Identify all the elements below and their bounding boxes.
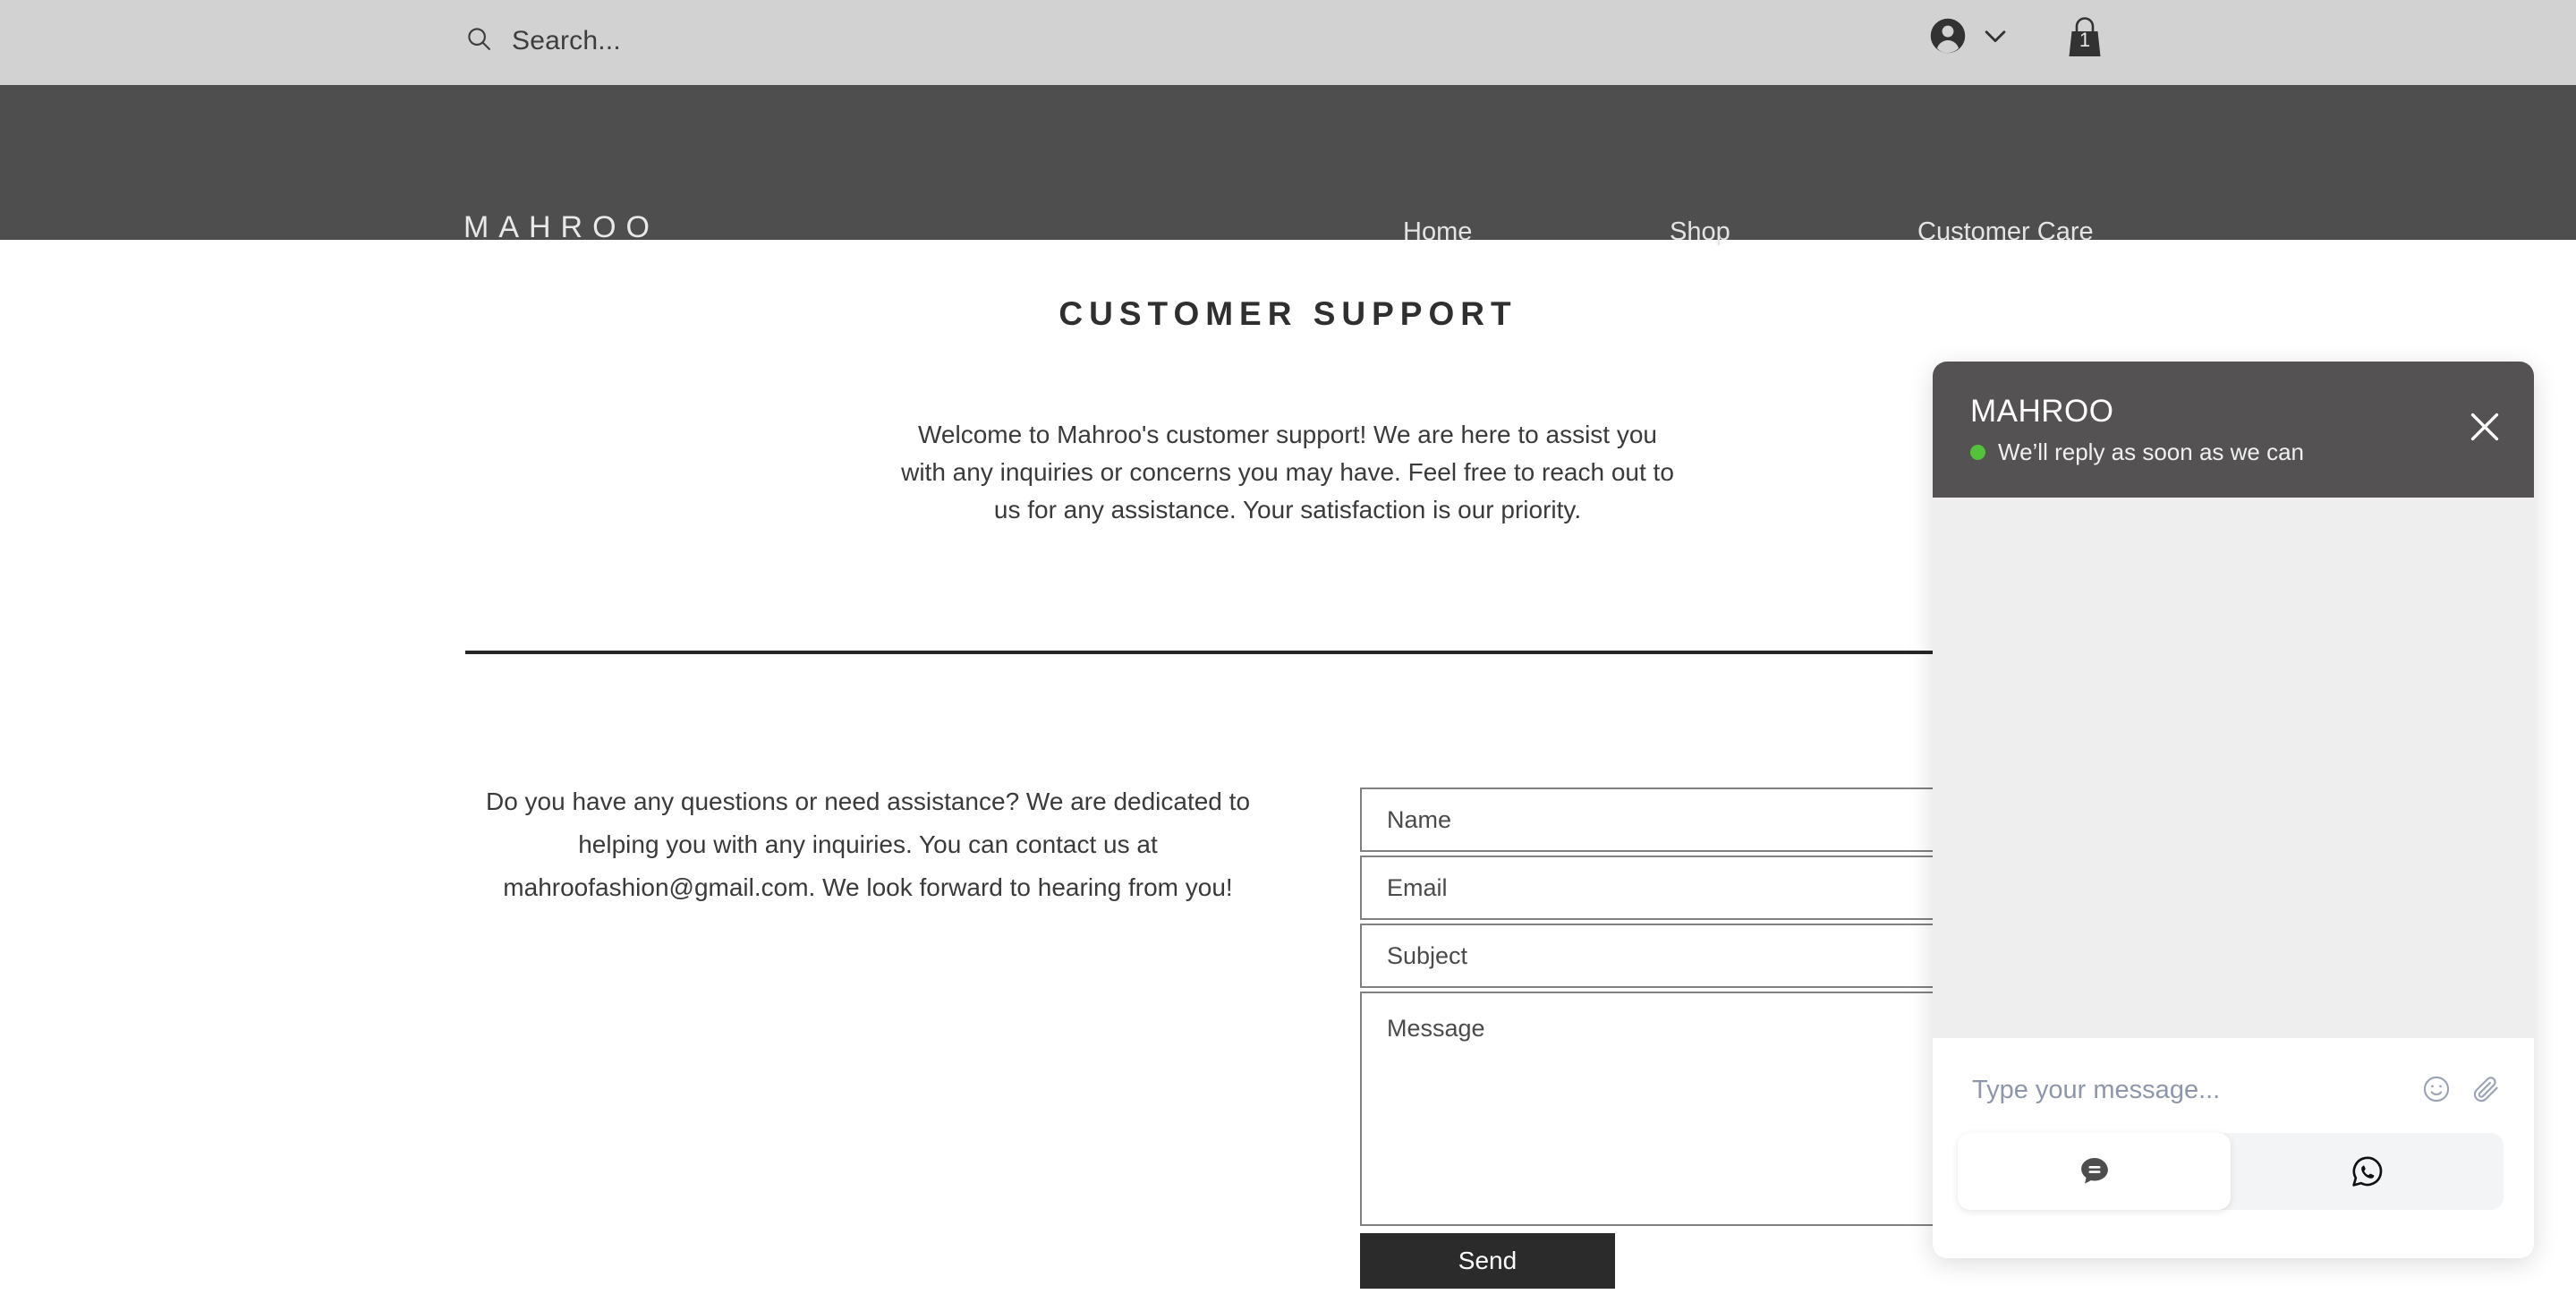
- subject-input[interactable]: [1360, 924, 1977, 988]
- search-icon: [465, 25, 492, 56]
- top-utility-bar: Search... 1: [0, 0, 2576, 85]
- nav-link-customer-care[interactable]: Customer Care: [1917, 217, 2094, 247]
- paperclip-icon[interactable]: [2471, 1074, 2502, 1109]
- chat-brand-name: MAHROO: [1970, 394, 2114, 429]
- nav-link-shop[interactable]: Shop: [1670, 217, 1730, 247]
- chat-bubble-icon: [2080, 1157, 2108, 1184]
- chat-compose-area: Type your message...: [1933, 1038, 2534, 1258]
- section-divider: [465, 651, 2029, 654]
- page-title: CUSTOMER SUPPORT: [1058, 295, 1518, 332]
- chat-status-text: We’ll reply as soon as we can: [1998, 438, 2305, 465]
- intro-paragraph: Welcome to Mahroo's customer support! We…: [901, 421, 1674, 524]
- nav-links: Home Shop Customer Care: [0, 217, 2576, 253]
- send-button[interactable]: Send: [1360, 1233, 1615, 1289]
- account-avatar-icon[interactable]: [1928, 16, 1968, 60]
- chat-widget: MAHROO We’ll reply as soon as we can Typ…: [1933, 362, 2534, 1258]
- online-status-dot: [1970, 445, 1985, 460]
- nav-link-home[interactable]: Home: [1403, 217, 1472, 247]
- search-placeholder: Search...: [512, 25, 621, 55]
- tab-whatsapp[interactable]: [2231, 1133, 2504, 1210]
- emoji-smiley-icon[interactable]: [2421, 1074, 2452, 1109]
- chat-status: We’ll reply as soon as we can: [1970, 438, 2534, 466]
- main-navigation-bar: MAHROO Home Shop Customer Care: [0, 85, 2576, 246]
- shopping-bag-icon: [2069, 17, 2101, 56]
- chat-message-input[interactable]: Type your message...: [1972, 1076, 2220, 1105]
- contact-form: Send: [1360, 787, 1977, 1289]
- close-icon[interactable]: [2464, 406, 2505, 447]
- email-input[interactable]: [1360, 856, 1977, 920]
- cart-button[interactable]: 1: [2064, 14, 2105, 71]
- chat-message-list[interactable]: [1933, 498, 2534, 1038]
- chat-header: MAHROO We’ll reply as soon as we can: [1933, 362, 2534, 498]
- account-menu[interactable]: [1928, 16, 2011, 60]
- message-textarea[interactable]: [1360, 992, 1977, 1226]
- tab-chat[interactable]: [1958, 1133, 2231, 1210]
- chat-channel-tabs: [1958, 1133, 2504, 1210]
- name-input[interactable]: [1360, 787, 1977, 852]
- contact-paragraph: Do you have any questions or need assist…: [485, 787, 1251, 901]
- compose-icons: [2421, 1074, 2502, 1109]
- chevron-down-icon[interactable]: [1980, 21, 2011, 55]
- search-box[interactable]: Search...: [465, 25, 621, 56]
- whatsapp-icon: [2351, 1156, 2382, 1187]
